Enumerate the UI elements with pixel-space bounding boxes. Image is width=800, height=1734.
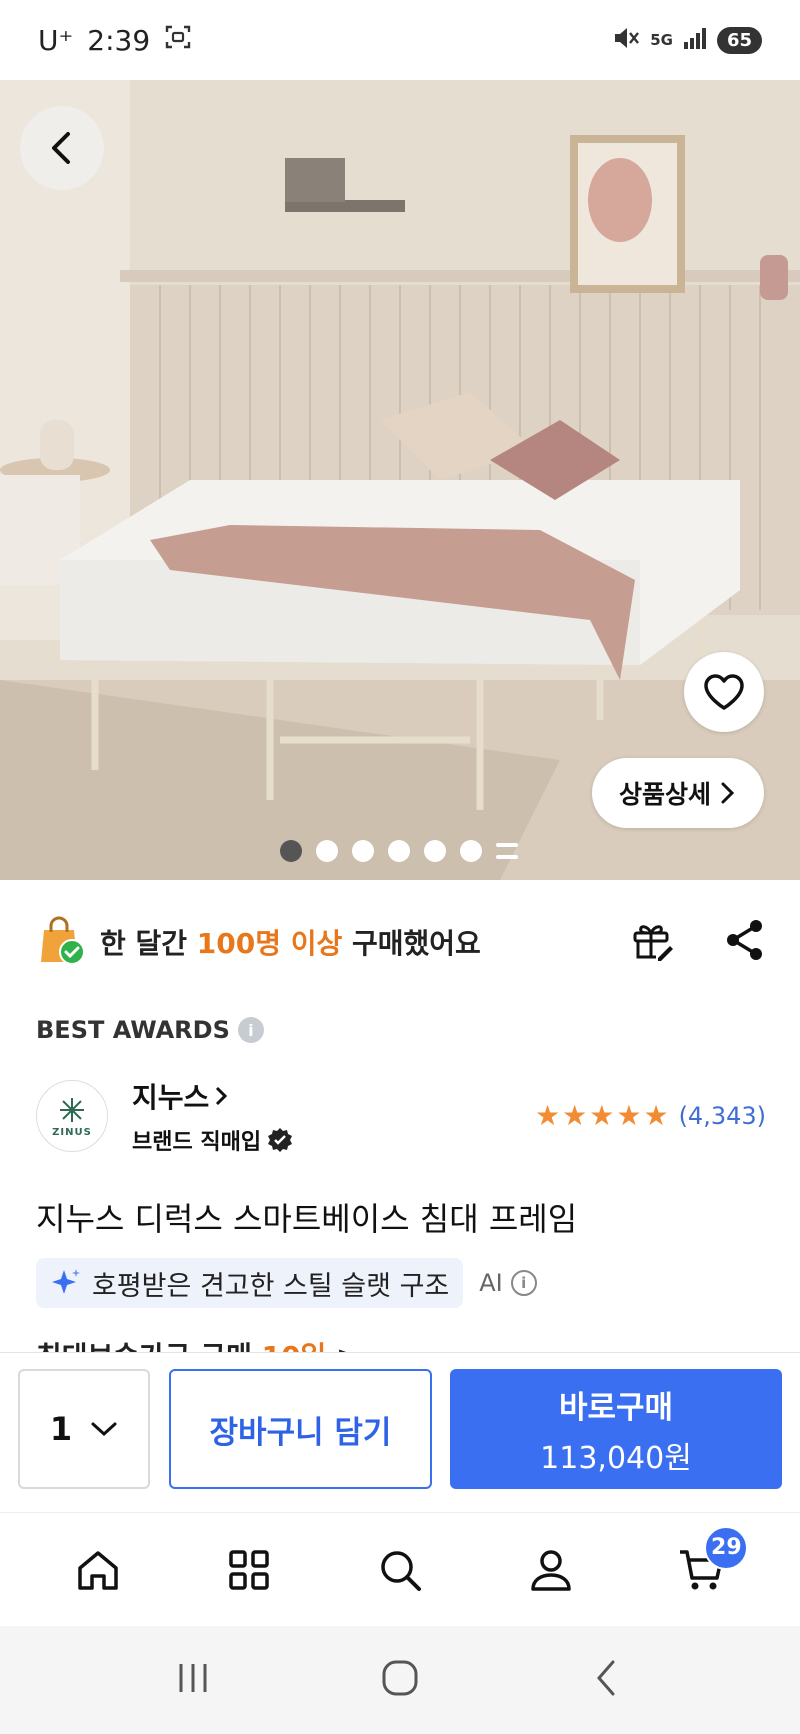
network-label: 5G: [650, 31, 673, 49]
ai-summary-text: 호평받은 견고한 스틸 슬랫 구조: [92, 1270, 450, 1302]
user-icon: [531, 1549, 571, 1591]
nav-categories[interactable]: [199, 1530, 299, 1610]
peek-prefix: 최대보숙가구 구매: [36, 1340, 252, 1352]
nav-home[interactable]: [48, 1530, 148, 1610]
star-icon: ★: [643, 1099, 669, 1132]
stats-prefix: 한 달간: [100, 927, 188, 960]
search-icon: [381, 1550, 421, 1591]
chevron-left-icon: [52, 132, 70, 164]
ai-summary-chip[interactable]: 호평받은 견고한 스틸 슬랫 구조: [36, 1258, 464, 1308]
cart-count-badge: 29: [704, 1525, 749, 1570]
info-icon: i: [510, 1270, 537, 1296]
carousel-dot[interactable]: [424, 840, 446, 862]
buy-now-label: 바로구매: [558, 1389, 674, 1426]
heart-icon: [704, 674, 744, 710]
buy-now-price: 113,040원: [540, 1440, 692, 1476]
purchase-bar: 1 장바구니 담기 바로구매 113,040원: [0, 1352, 800, 1510]
status-right: 5G 65: [612, 25, 762, 55]
back-button[interactable]: [20, 106, 104, 190]
chevron-down-icon: [91, 1422, 117, 1437]
stats-highlight: 100명 이상: [196, 927, 343, 960]
recent-apps-icon: [179, 1664, 207, 1692]
peek-highlight: 10일: [262, 1340, 327, 1352]
home-circle-icon: [382, 1660, 418, 1696]
product-title: 지누스 디럭스 스마트베이스 침대 프레임: [36, 1200, 578, 1238]
product-detail-button[interactable]: 상품상세: [592, 758, 764, 828]
nav-my-page[interactable]: [501, 1530, 601, 1610]
product-image-carousel[interactable]: 상품상세: [0, 80, 800, 880]
status-bar: U⁺ 2:39 5G 65: [0, 0, 800, 80]
nav-cart[interactable]: 29: [652, 1525, 752, 1610]
star-icon: ★: [589, 1099, 615, 1132]
bottom-nav: 29: [0, 1512, 800, 1626]
awards-text: BEST AWARDS: [36, 1016, 230, 1044]
partially-visible-line: 최대보숙가구 구매 10일 >: [36, 1334, 360, 1352]
brand-info: 지누스 브랜드 직매입: [132, 1076, 293, 1156]
gift-icon[interactable]: [630, 918, 674, 966]
mute-icon: [612, 25, 640, 55]
brand-logo[interactable]: ZINUS: [36, 1080, 108, 1152]
status-time: 2:39: [87, 23, 151, 57]
stats-suffix: 구매했어요: [352, 927, 481, 960]
brand-badge-text: 브랜드 직매입: [132, 1130, 262, 1155]
zinus-leaf-icon: [60, 1097, 84, 1122]
system-back-button[interactable]: [587, 1658, 627, 1702]
quantity-select[interactable]: 1: [18, 1369, 150, 1489]
home-system-button[interactable]: [380, 1658, 420, 1702]
wishlist-button[interactable]: [684, 652, 764, 732]
system-nav-bar: [0, 1626, 800, 1734]
shopping-bag-check-icon: [36, 914, 86, 970]
verified-check-icon: [268, 1128, 293, 1152]
review-count[interactable]: (4,343): [679, 1102, 766, 1130]
carrier-label: U⁺: [38, 23, 74, 57]
add-to-cart-button[interactable]: 장바구니 담기: [169, 1369, 432, 1489]
recent-apps-button[interactable]: [173, 1658, 213, 1702]
carousel-dot[interactable]: [316, 840, 338, 862]
product-detail-label: 상품상세: [618, 780, 711, 809]
carousel-dot[interactable]: [352, 840, 374, 862]
carousel-indicators: [280, 840, 518, 862]
battery-indicator: 65: [716, 26, 762, 54]
brand-row: ZINUS 지누스 브랜드 직매입 ★ ★ ★ ★ ★ (4,343): [36, 1076, 766, 1156]
purchase-stats-text: 한 달간 100명 이상 구매했어요: [100, 922, 481, 962]
chevron-right-icon: [721, 782, 735, 804]
ai-summary-row: 호평받은 견고한 스틸 슬랫 구조 AI i: [36, 1258, 537, 1308]
carousel-dot[interactable]: [388, 840, 410, 862]
star-icon: ★: [616, 1099, 642, 1132]
buy-now-button[interactable]: 바로구매 113,040원: [450, 1369, 782, 1489]
brand-logo-text: ZINUS: [52, 1126, 92, 1138]
star-icon: ★: [562, 1099, 588, 1132]
rating[interactable]: ★ ★ ★ ★ ★ (4,343): [535, 1099, 766, 1132]
action-icons: [630, 918, 766, 966]
home-icon: [77, 1550, 118, 1590]
carousel-more-icon[interactable]: [496, 843, 518, 859]
chevron-right-icon: [216, 1086, 228, 1106]
grid-icon: [229, 1549, 269, 1590]
add-to-cart-label: 장바구니 담기: [209, 1414, 392, 1451]
ai-label-text: AI: [479, 1269, 503, 1297]
carousel-dot[interactable]: [460, 840, 482, 862]
signal-icon: [683, 26, 707, 54]
sparkle-icon: [52, 1269, 80, 1294]
share-icon[interactable]: [724, 918, 766, 966]
carousel-dot[interactable]: [280, 840, 302, 862]
star-icon: ★: [535, 1099, 561, 1132]
best-awards-label: BEST AWARDS i: [36, 1016, 264, 1044]
screenshot-icon: [164, 23, 192, 58]
brand-name: 지누스: [132, 1081, 210, 1114]
nav-search[interactable]: [350, 1530, 450, 1610]
status-left: U⁺ 2:39: [38, 23, 192, 58]
ai-label[interactable]: AI i: [479, 1269, 537, 1297]
back-chevron-icon: [596, 1660, 615, 1696]
peek-suffix: >: [336, 1340, 359, 1352]
brand-direct-badge: 브랜드 직매입: [132, 1124, 293, 1156]
info-icon[interactable]: i: [237, 1017, 264, 1043]
brand-name-link[interactable]: 지누스: [132, 1076, 293, 1116]
purchase-stats-row: 한 달간 100명 이상 구매했어요: [36, 910, 766, 974]
quantity-value: 1: [49, 1410, 73, 1448]
